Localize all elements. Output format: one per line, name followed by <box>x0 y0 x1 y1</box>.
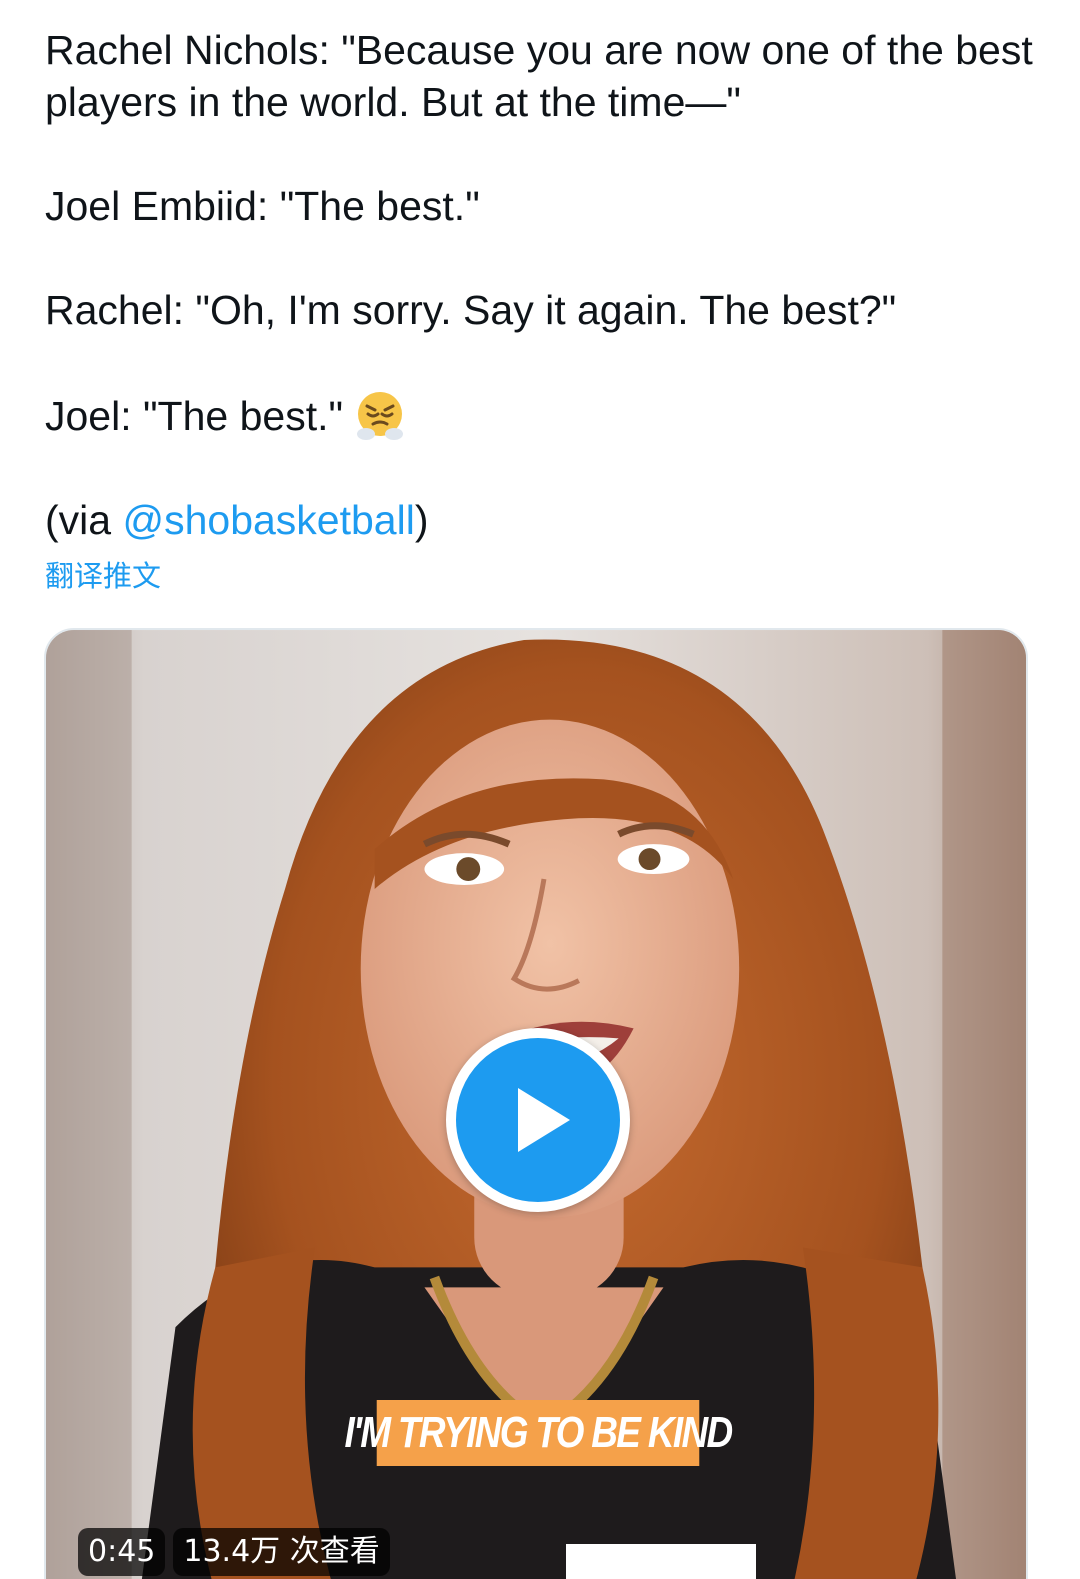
tweet-line-rachel-2: Rachel: "Oh, I'm sorry. Say it again. Th… <box>45 287 897 333</box>
play-icon <box>518 1088 570 1152</box>
tweet-via-line: (via @shobasketball) <box>45 494 1045 546</box>
via-suffix: ) <box>414 497 429 543</box>
play-button[interactable] <box>446 1028 630 1212</box>
tweet-line-joel-2-text: Joel: "The best." <box>45 393 344 439</box>
video-views-badge: 13.4万 次查看 <box>173 1528 390 1576</box>
tweet-text: Rachel Nichols: "Because you are now one… <box>45 24 1045 546</box>
video-lower-graphic <box>566 1544 756 1579</box>
video-badges: 0:45 13.4万 次查看 <box>78 1528 390 1576</box>
mention-link-shobasketball[interactable]: @shobasketball <box>122 497 414 543</box>
face-with-steam-icon <box>353 388 407 442</box>
tweet-line-rachel-1: Rachel Nichols: "Because you are now one… <box>45 27 1033 125</box>
translate-tweet-link[interactable]: 翻译推文 <box>45 556 161 596</box>
via-prefix: (via <box>45 497 123 543</box>
video-duration-badge: 0:45 <box>78 1528 166 1576</box>
tweet-line-joel-2: Joel: "The best." <box>45 388 1045 442</box>
tweet-line-joel-1: Joel Embiid: "The best." <box>45 183 480 229</box>
video-caption: I'M TRYING TO BE KIND <box>345 1400 733 1466</box>
video-card[interactable]: I'M TRYING TO BE KIND 0:45 13.4万 次查看 <box>44 628 1028 1579</box>
